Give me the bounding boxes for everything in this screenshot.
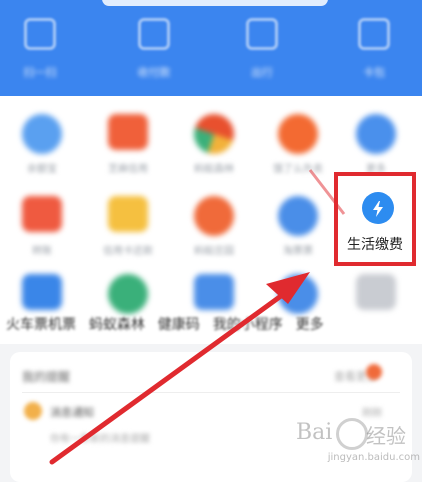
annotation-arrow — [49, 169, 346, 465]
